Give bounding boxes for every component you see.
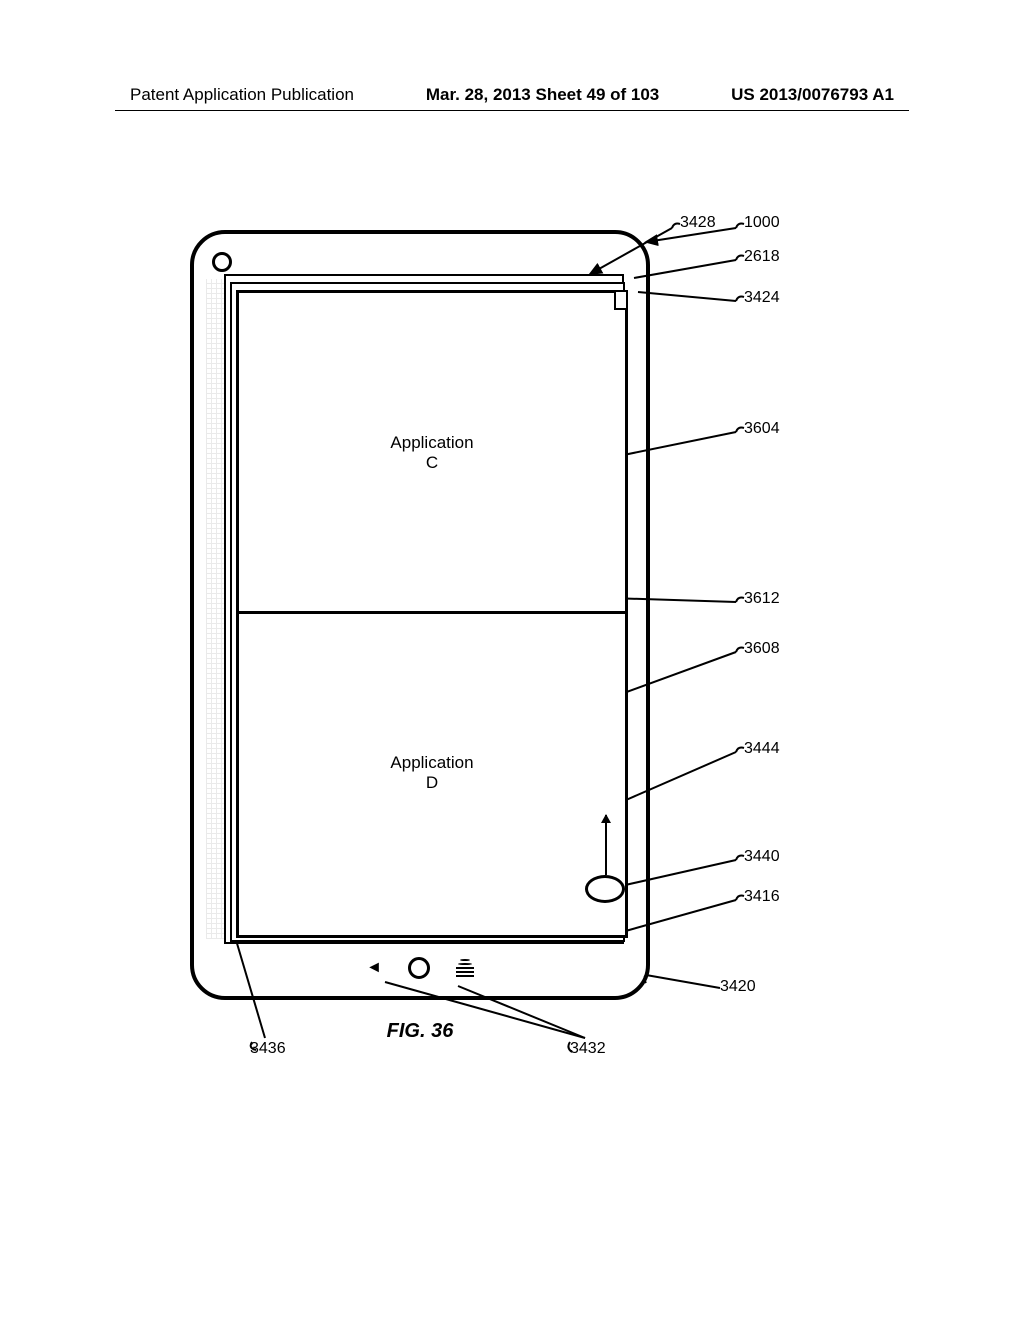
back-arrow-icon[interactable]: ◄: [366, 959, 382, 977]
home-button-icon[interactable]: [408, 957, 430, 979]
camera-icon: [212, 252, 232, 272]
figure-area: 3428 1000 2618 3424 3604 3612 3608 3444 …: [190, 220, 790, 1090]
label-3428: 3428: [680, 214, 716, 232]
page-header: Patent Application Publication Mar. 28, …: [0, 85, 1024, 105]
pub-number: US 2013/0076793 A1: [731, 85, 894, 105]
label-1000: 1000: [744, 214, 780, 232]
app-d-label: Application D: [239, 753, 625, 793]
app-d-line2: D: [239, 773, 625, 793]
tablet-outline: Application C Application D ◄: [190, 230, 650, 1000]
app-c-line2: C: [239, 453, 625, 473]
header-rule: [115, 110, 909, 111]
label-3604: 3604: [744, 420, 780, 438]
app-c-line1: Application: [239, 433, 625, 453]
split-window: Application C Application D: [236, 290, 628, 938]
gesture-arrow-icon: [605, 815, 607, 875]
scrollbar-indicator: [614, 290, 628, 310]
label-2618: 2618: [744, 248, 780, 266]
touch-point-icon: [585, 875, 625, 903]
label-3440: 3440: [744, 848, 780, 866]
window-divider: [239, 611, 625, 614]
left-dot-grid: [206, 279, 224, 939]
label-3416: 3416: [744, 888, 780, 906]
label-3420: 3420: [720, 978, 756, 996]
label-3444: 3444: [744, 740, 780, 758]
pub-date-sheet: Mar. 28, 2013 Sheet 49 of 103: [426, 85, 659, 105]
app-c-label: Application C: [239, 433, 625, 473]
label-3612: 3612: [744, 590, 780, 608]
bottom-controls: ◄: [194, 950, 646, 986]
figure-caption: FIG. 36: [190, 1020, 650, 1043]
label-3608: 3608: [744, 640, 780, 658]
app-d-line1: Application: [239, 753, 625, 773]
label-3424: 3424: [744, 289, 780, 307]
pub-type: Patent Application Publication: [130, 85, 354, 105]
menu-icon[interactable]: [456, 959, 474, 977]
